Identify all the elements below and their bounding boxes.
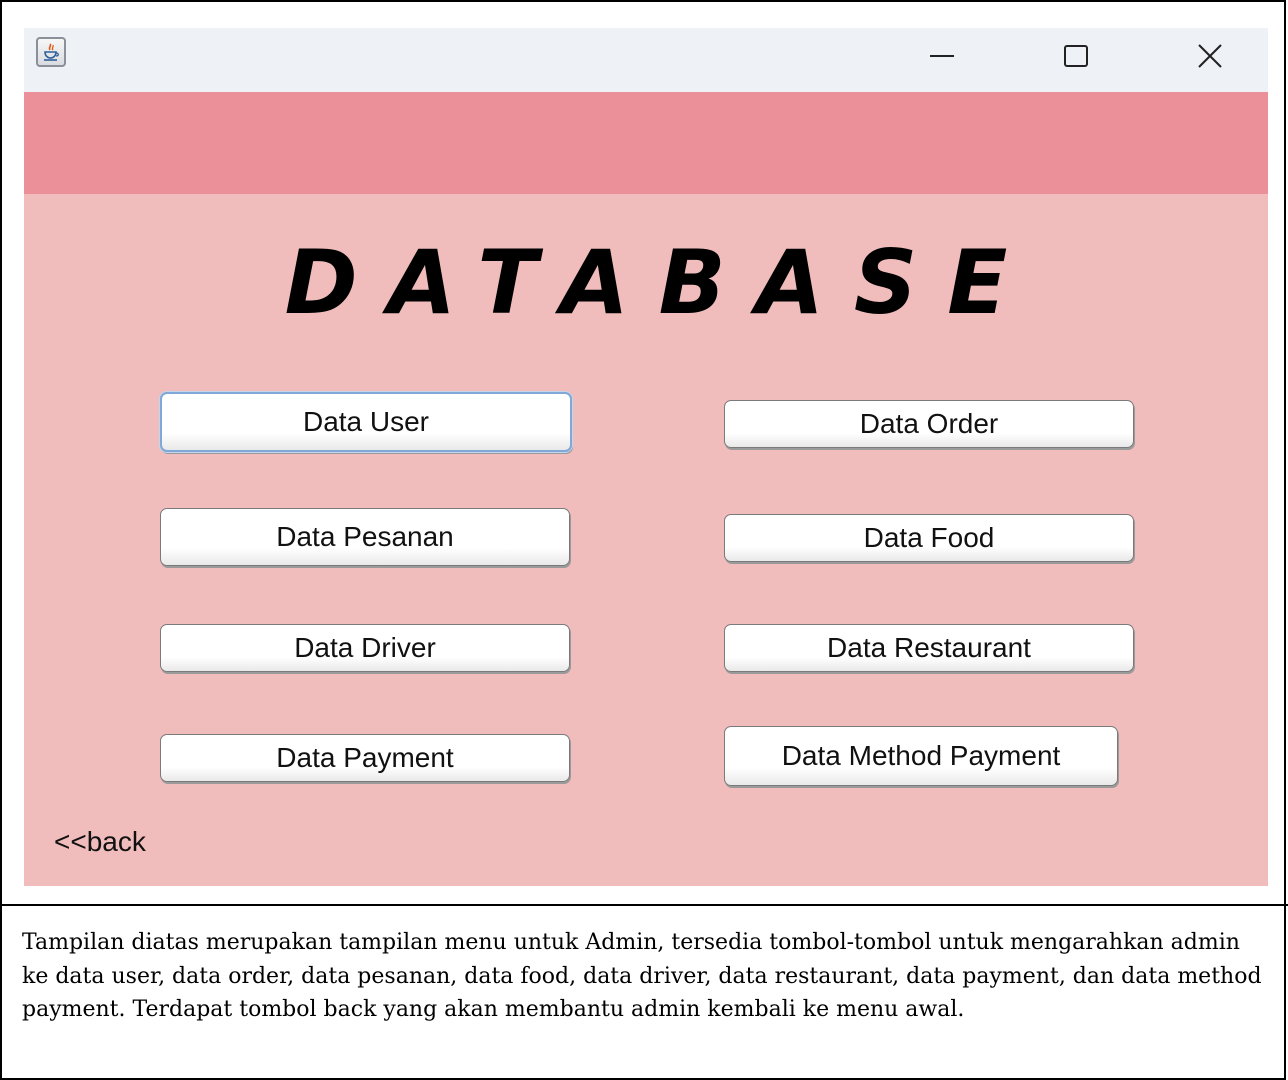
data-food-button[interactable]: Data Food: [724, 514, 1134, 562]
minimize-icon: [930, 55, 954, 57]
minimize-button[interactable]: [912, 28, 972, 84]
header-band: [24, 92, 1268, 194]
database-heading: DATABASE: [284, 231, 1038, 334]
table-row-divider: [0, 904, 1288, 906]
back-link[interactable]: <<back: [54, 826, 146, 858]
maximize-button[interactable]: [1046, 28, 1106, 84]
maximize-icon: [1064, 45, 1088, 67]
data-restaurant-button[interactable]: Data Restaurant: [724, 624, 1134, 672]
data-pesanan-button[interactable]: Data Pesanan: [160, 508, 570, 566]
close-button[interactable]: [1180, 28, 1240, 84]
caption-text: Tampilan diatas merupakan tampilan menu …: [22, 930, 1262, 1022]
close-icon: [1198, 44, 1222, 68]
data-payment-button[interactable]: Data Payment: [160, 734, 570, 782]
data-driver-button[interactable]: Data Driver: [160, 624, 570, 672]
data-method-payment-button[interactable]: Data Method Payment: [724, 726, 1118, 786]
title-bar[interactable]: [24, 28, 1268, 92]
data-user-button[interactable]: Data User: [160, 392, 572, 452]
data-order-button[interactable]: Data Order: [724, 400, 1134, 448]
java-cup-icon[interactable]: [36, 37, 66, 67]
app-window: DATABASE Data User Data Order Data Pesan…: [24, 28, 1268, 886]
